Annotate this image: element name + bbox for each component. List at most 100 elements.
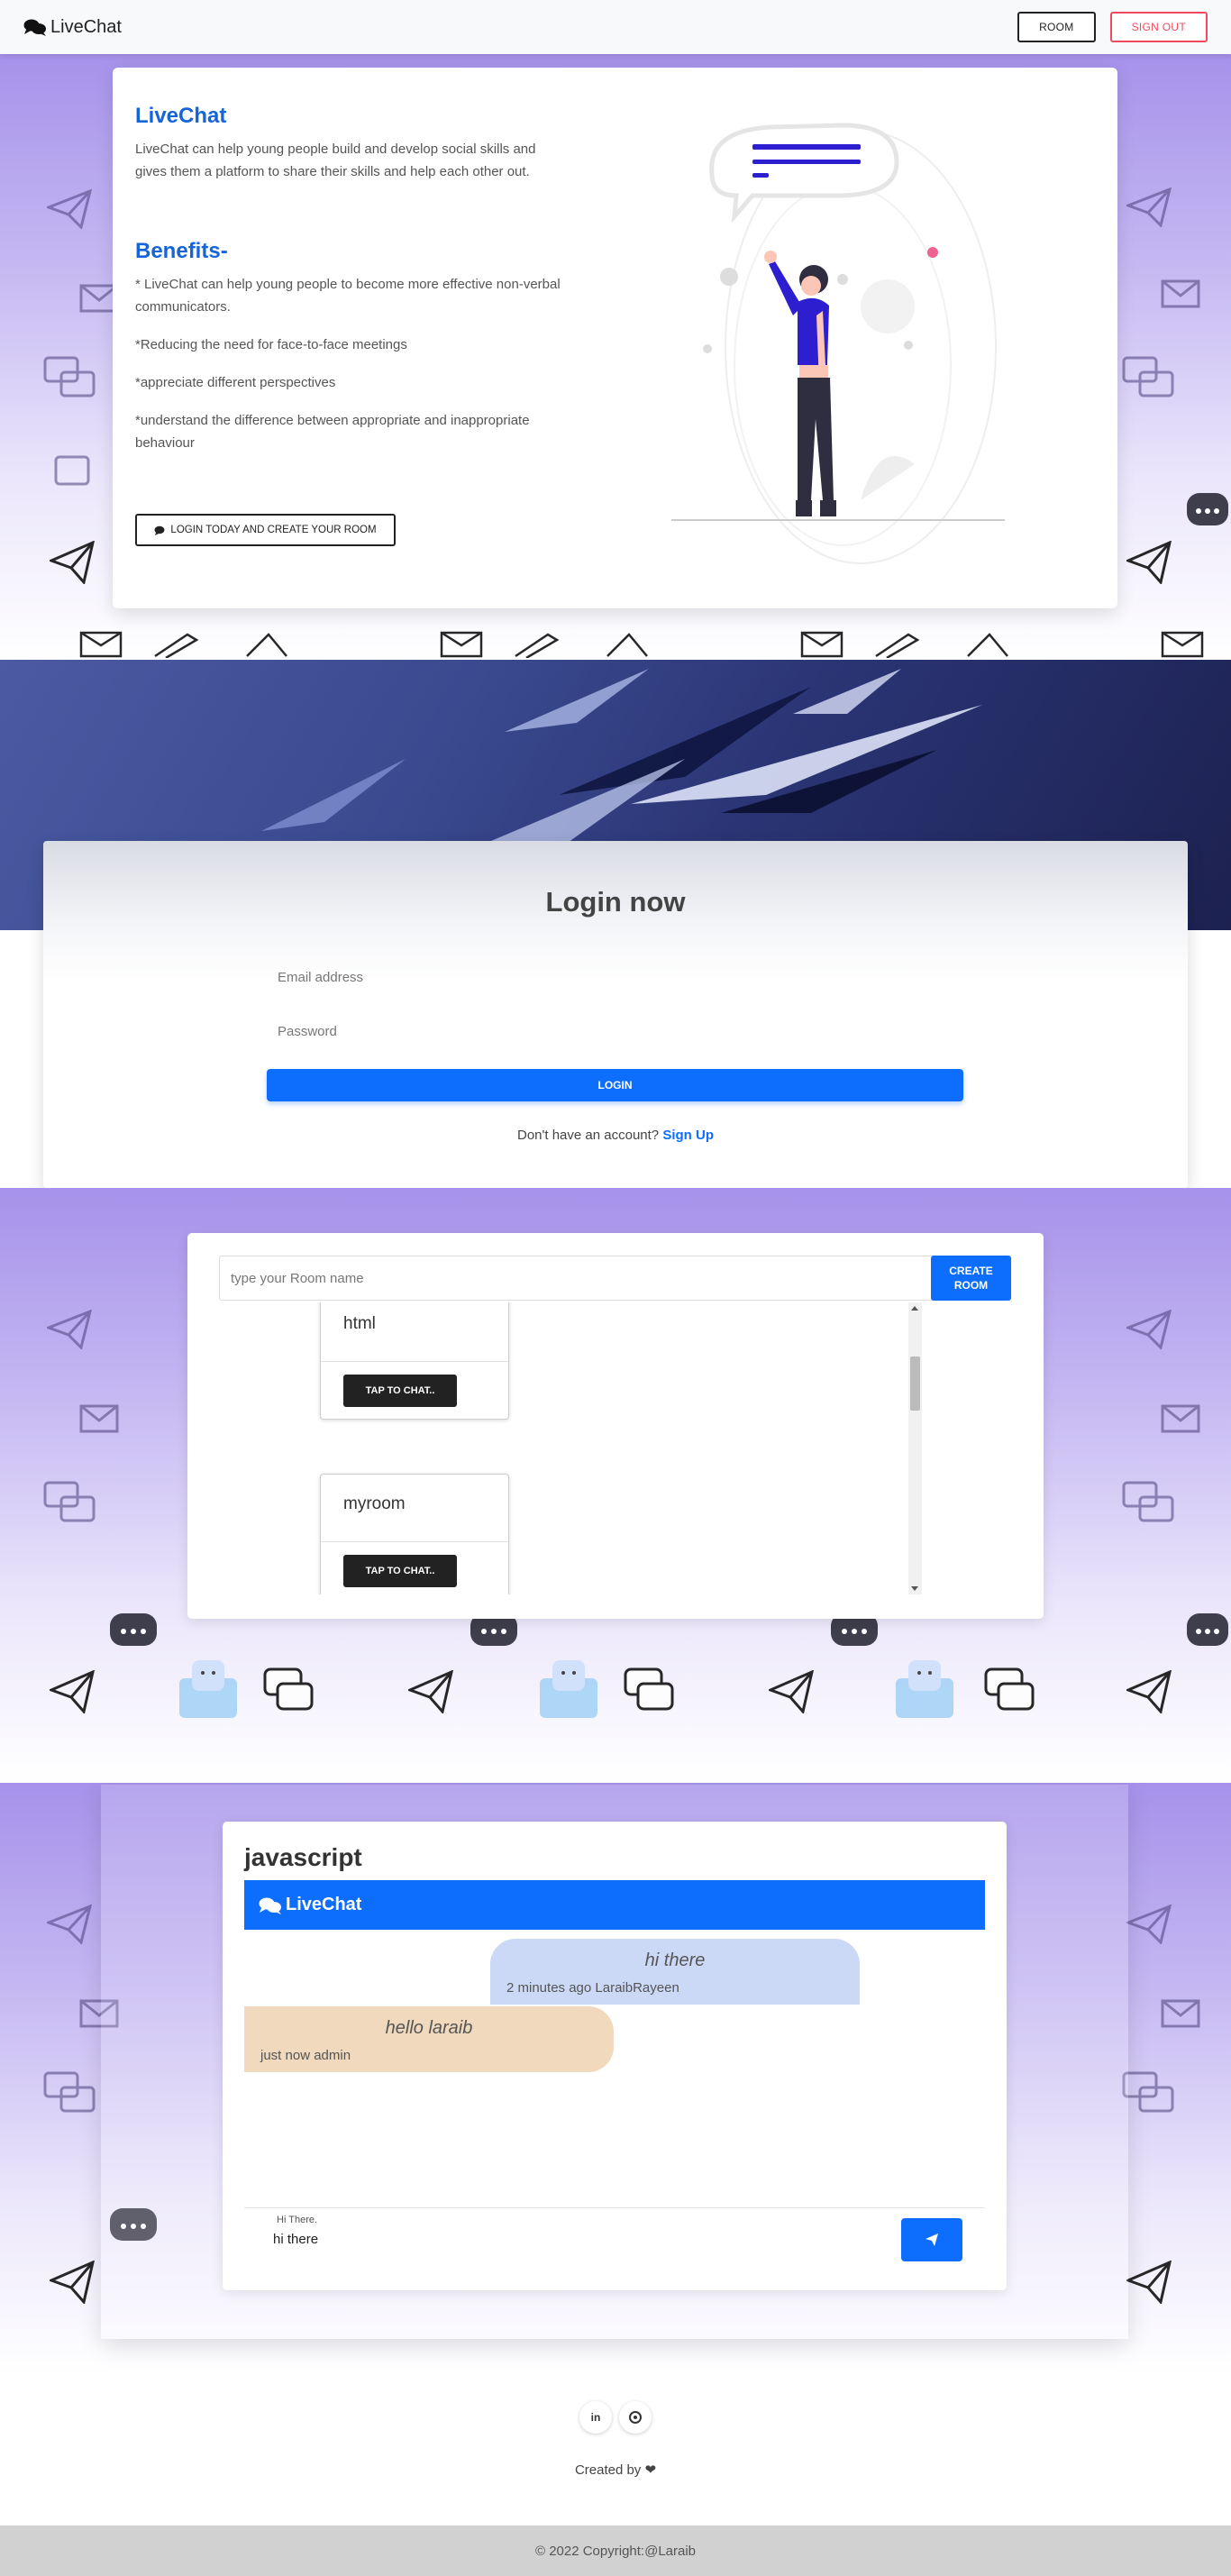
paper-plane-icon [769, 1670, 814, 1713]
email-field[interactable]: Email address [267, 961, 963, 993]
message-meta: just now admin [260, 2048, 351, 2063]
chat-header: LiveChat [244, 1880, 985, 1930]
navbar: LiveChat ROOM SIGN OUT [0, 0, 1231, 54]
signup-link[interactable]: Sign Up [662, 1128, 714, 1143]
hero-title: LiveChat [135, 104, 227, 128]
message-meta: 2 minutes ago LaraibRayeen [506, 1980, 679, 1996]
benefit-item: *understand the difference between appro… [135, 413, 530, 451]
login-create-room-button[interactable]: LOGIN TODAY AND CREATE YOUR ROOM [135, 514, 396, 546]
envelope-icon [1161, 1999, 1200, 2028]
signup-prompt-text: Don't have an account? [517, 1128, 660, 1143]
rooms-scrollbar[interactable] [908, 1302, 922, 1594]
paper-plane-icon [50, 541, 95, 584]
speech-bubbles-icon [43, 1481, 96, 1522]
room-name-input[interactable]: type your Room name [219, 1256, 935, 1301]
send-icon [606, 633, 648, 657]
rooms-section: type your Room name CREATE ROOM html TAP … [0, 1188, 1231, 1783]
paper-plane-icon [1126, 1670, 1172, 1713]
paper-plane-icon [47, 189, 92, 229]
chat-dots-icon [110, 1613, 157, 1646]
create-room-button[interactable]: CREATE ROOM [931, 1256, 1011, 1301]
pencil-icon [154, 633, 199, 658]
login-create-room-label: LOGIN TODAY AND CREATE YOUR ROOM [170, 525, 377, 535]
benefits-title: Benefits- [135, 239, 228, 263]
heart-icon: ❤ [644, 2462, 657, 2478]
paper-plane-icon [1126, 541, 1172, 584]
github-button[interactable] [619, 2401, 652, 2434]
paper-plane-icon [1126, 187, 1172, 227]
benefit-item: * LiveChat can help young people to beco… [135, 277, 561, 315]
rooms-card: type your Room name CREATE ROOM html TAP … [187, 1233, 1044, 1619]
hero-section: LiveChat LiveChat can help young people … [0, 54, 1231, 660]
chat-header-brand: LiveChat [286, 1895, 362, 1914]
paper-plane-icon [50, 2261, 95, 2304]
password-field[interactable]: Password [267, 1015, 963, 1047]
envelope-face-icon [540, 1660, 597, 1718]
created-by: Created by ❤ [0, 2462, 1231, 2478]
speech-bubbles-icon [43, 356, 96, 397]
envelope-icon [1161, 279, 1200, 308]
envelope-face-icon [179, 1660, 237, 1718]
speech-bubbles-icon [1122, 2071, 1174, 2113]
chat-dots-icon [1187, 493, 1228, 525]
background-pattern-bottom [0, 631, 1231, 660]
speech-bubbles-icon [43, 2071, 96, 2113]
chat-card: javascript LiveChat hi there 2 minutes a… [223, 1822, 1007, 2290]
envelope-icon [1161, 1404, 1200, 1433]
message-text: hello laraib [385, 2018, 473, 2038]
speech-bubbles-icon [263, 1667, 314, 1711]
paper-plane-icon [47, 1310, 92, 1349]
chat-section: javascript LiveChat hi there 2 minutes a… [0, 1783, 1231, 2374]
scroll-up-arrow-icon[interactable] [911, 1306, 918, 1311]
room-name: html [343, 1314, 376, 1333]
github-icon [629, 2411, 642, 2424]
chat-room-title: javascript [244, 1843, 362, 1871]
login-button[interactable]: LOGIN [267, 1069, 963, 1101]
envelope-icon [79, 631, 123, 658]
envelope-icon [79, 1404, 119, 1433]
paper-plane-icon [47, 1905, 92, 1944]
rooms-list[interactable]: html TAP TO CHAT.. myroom TAP TO CHAT.. [219, 1302, 931, 1594]
divider [244, 2207, 985, 2208]
tap-to-chat-button[interactable]: TAP TO CHAT.. [343, 1375, 457, 1407]
benefit-item: *Reducing the need for face-to-face meet… [135, 337, 407, 352]
paper-plane-icon [926, 2233, 938, 2246]
hero-description: LiveChat can help young people build and… [135, 142, 536, 179]
message-input[interactable]: hi there [273, 2227, 814, 2251]
envelope-icon [800, 631, 843, 658]
login-card: Login now Email address Password LOGIN D… [43, 841, 1188, 1188]
login-title: Login now [545, 886, 686, 918]
speech-bubbles-icon [1122, 1481, 1174, 1522]
brand[interactable]: LiveChat [23, 17, 122, 38]
room-name: myroom [343, 1494, 406, 1513]
chat-icon [54, 455, 90, 486]
benefit-item: *appreciate different perspectives [135, 375, 336, 390]
message-input-label: Hi There. [277, 2215, 318, 2225]
linkedin-icon: in [590, 2411, 601, 2424]
paper-plane-icon [408, 1670, 453, 1713]
chat-bubbles-icon [23, 19, 46, 36]
created-by-text: Created by [574, 2462, 642, 2478]
tap-to-chat-button[interactable]: TAP TO CHAT.. [343, 1555, 457, 1587]
scroll-thumb[interactable] [910, 1357, 920, 1411]
signup-prompt: Don't have an account? Sign Up [43, 1128, 1188, 1143]
woman-chat-illustration [671, 123, 1005, 564]
copyright-bar: © 2022 Copyright:@Laraib [0, 2526, 1231, 2576]
chat-dots-icon [1187, 1613, 1228, 1646]
linkedin-button[interactable]: in [579, 2401, 612, 2434]
message-bubble-sent: hi there 2 minutes ago LaraibRayeen [490, 1939, 860, 2005]
envelope-icon [1161, 631, 1204, 658]
room-button[interactable]: ROOM [1017, 12, 1096, 42]
speech-bubbles-icon [624, 1667, 674, 1711]
message-text: hi there [644, 1950, 706, 1970]
paper-plane-icon [1126, 2261, 1172, 2304]
speech-bubbles-icon [984, 1667, 1035, 1711]
comment-icon [154, 525, 165, 535]
hero-card: LiveChat LiveChat can help young people … [113, 68, 1117, 608]
sign-out-button[interactable]: SIGN OUT [1109, 12, 1208, 42]
scroll-down-arrow-icon[interactable] [911, 1586, 918, 1591]
send-button[interactable] [901, 2218, 962, 2261]
pencil-icon [875, 633, 920, 658]
brand-name: LiveChat [50, 16, 122, 37]
speech-bubbles-icon [1122, 356, 1174, 397]
